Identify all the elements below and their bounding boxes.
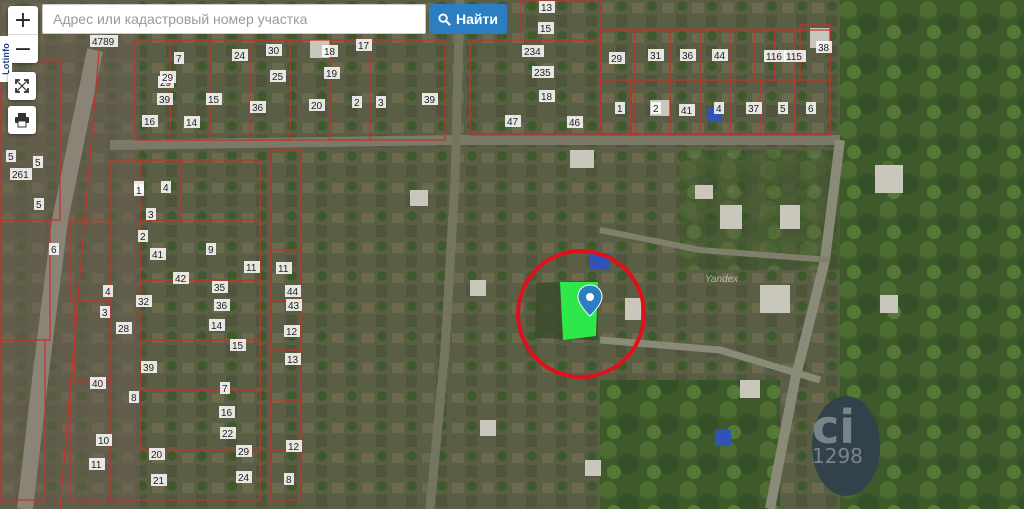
parcel-number[interactable]: 15 [540,24,552,35]
parcel-number[interactable]: 11 [246,263,257,274]
parcel-number[interactable]: 44 [287,287,299,298]
find-button[interactable]: Найти [429,4,507,34]
parcel-number[interactable]: 4 [163,183,169,194]
parcel-number[interactable]: 21 [153,476,165,487]
parcel-number[interactable]: 116 [766,52,782,63]
parcel-number[interactable]: 39 [424,95,436,106]
parcel-number[interactable]: 35 [214,283,226,294]
parcel-number[interactable]: 4 [716,104,722,115]
satellite-map[interactable]: 13152342351847 4629 31 36 44 116 115381 2 41 4 37 5… [0,0,1024,509]
parcel-number[interactable]: 16 [144,117,156,128]
parcel-number[interactable]: 6 [808,104,814,115]
parcel-number[interactable]: 14 [186,118,198,129]
parcel-number[interactable]: 24 [238,473,250,484]
parcel-number[interactable]: 41 [152,250,164,261]
parcel-number[interactable]: 32 [138,297,150,308]
parcel-number[interactable]: 36 [216,301,228,312]
parcel-number[interactable]: 4789 [92,37,115,48]
parcel-number[interactable]: 2 [354,98,360,109]
search-input[interactable] [42,4,426,34]
parcel-number[interactable]: 39 [143,363,155,374]
parcel-number[interactable]: 18 [324,47,336,58]
parcel-number[interactable]: 235 [534,68,551,79]
parcel-number[interactable]: 5 [35,158,41,169]
parcel-number[interactable]: 7 [176,54,182,65]
parcel-number[interactable]: 41 [681,106,693,117]
print-button[interactable] [8,106,36,134]
parcel-number[interactable]: 36 [252,103,264,114]
parcel-number[interactable]: 30 [268,46,280,57]
parcel-number[interactable]: 13 [541,3,553,14]
parcel-number[interactable]: 20 [311,101,323,112]
parcel-number[interactable]: 115 [786,52,802,63]
parcel-number[interactable]: 16 [221,408,233,419]
parcel-number[interactable]: 234 [524,47,541,58]
parcel-number[interactable]: 22 [222,429,234,440]
parcel-number[interactable]: 24 [234,51,246,62]
fullscreen-button[interactable] [8,72,36,100]
parcel-number[interactable]: 36 [682,51,694,62]
parcel-number[interactable]: 28 [118,324,130,335]
parcel-number[interactable]: 5 [36,200,42,211]
parcel-number[interactable]: 2 [140,232,146,243]
parcel-number[interactable]: 15 [208,95,220,106]
parcel-number[interactable]: 1 [617,104,623,115]
yandex-attribution: Yandex [705,274,739,285]
parcel-number[interactable]: 261 [12,170,29,181]
zoom-in-button[interactable]: + [8,6,38,34]
parcel-number[interactable]: 29 [611,54,623,65]
parcel-number[interactable]: 15 [232,341,244,352]
parcel-number[interactable]: 42 [175,274,187,285]
parcel-number[interactable]: 46 [569,118,581,129]
search-icon [438,12,451,26]
parcel-number[interactable]: 29 [238,447,250,458]
find-button-label: Найти [456,11,498,27]
parcel-number[interactable]: 39 [159,95,171,106]
printer-icon [15,113,29,128]
zoom-out-button[interactable]: − [8,34,38,63]
parcel-number[interactable]: 7 [222,384,228,395]
parcel-number[interactable]: 37 [748,104,760,115]
parcel-number[interactable]: 31 [650,51,662,62]
parcel-number[interactable]: 44 [714,51,726,62]
parcel-number[interactable]: 5 [8,152,14,163]
brand-label: Lotinfo [1,43,11,75]
parcel-number[interactable]: 47 [507,117,519,128]
parcel-number[interactable]: 19 [326,69,338,80]
parcel-number[interactable]: 10 [98,436,110,447]
parcel-number[interactable]: 11 [91,460,102,471]
parcel-number[interactable]: 4 [105,287,111,298]
parcel-number[interactable]: 2 [653,104,659,115]
parcel-number[interactable]: 9 [208,245,214,256]
watermark-number: 1298 [812,444,863,468]
parcel-number[interactable]: 12 [288,442,300,453]
parcel-number[interactable]: 25 [272,72,284,83]
parcel-number[interactable]: 40 [92,379,104,390]
parcel-number[interactable]: 3 [378,98,384,109]
parcel-number[interactable]: 6 [51,245,57,256]
parcel-number[interactable]: 3 [102,308,108,319]
expand-icon [15,79,29,93]
parcel-number[interactable]: 5 [780,104,786,115]
parcel-number[interactable]: 38 [818,43,830,54]
parcel-number[interactable]: 12 [286,327,298,338]
parcel-number[interactable]: 11 [278,264,289,275]
parcel-number[interactable]: 18 [541,92,553,103]
parcel-number[interactable]: 13 [287,355,299,366]
parcel-number[interactable]: 8 [286,475,292,486]
parcel-number[interactable]: 20 [151,450,163,461]
zoom-control: + − [8,6,38,63]
parcel-number[interactable]: 8 [131,393,137,404]
parcel-number[interactable]: 1 [136,186,142,197]
parcel-number[interactable]: 29 [162,73,174,84]
parcel-number[interactable]: 14 [211,321,223,332]
parcel-number[interactable]: 3 [148,210,154,221]
parcel-number[interactable]: 17 [358,41,370,52]
parcel-number[interactable]: 43 [288,301,300,312]
